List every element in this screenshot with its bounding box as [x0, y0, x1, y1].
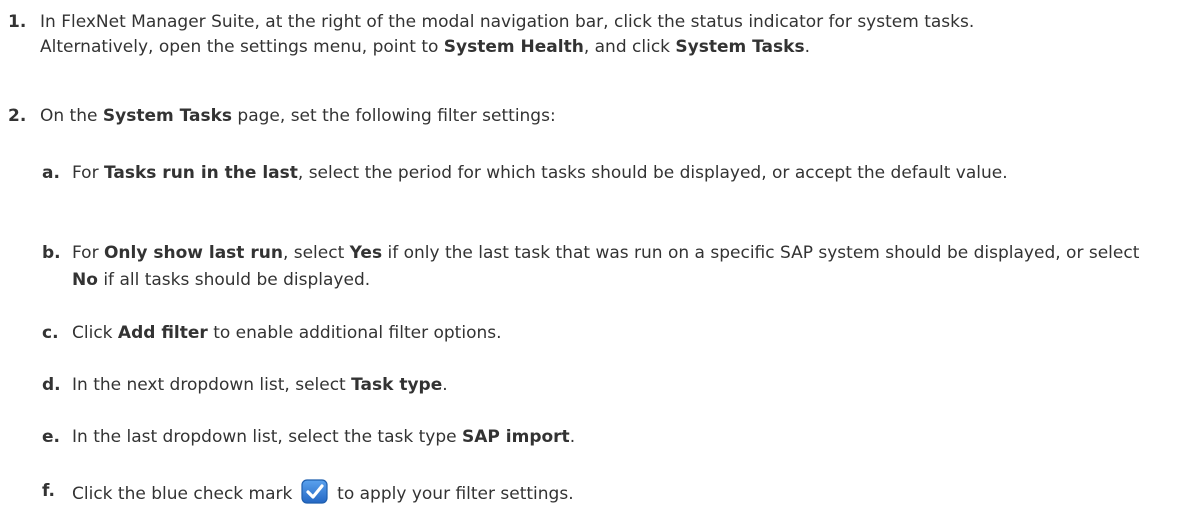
substep-letter: b. — [42, 243, 61, 263]
procedure-document: 1. In FlexNet Manager Suite, at the righ… — [0, 0, 1191, 527]
substep-c: c. Click Add filter to enable additional… — [42, 320, 1161, 347]
ui-term: Add filter — [117, 323, 208, 343]
substep-text: For Tasks run in the last, select the pe… — [72, 163, 1008, 183]
ui-term: System Tasks — [675, 37, 805, 57]
substep-letter: a. — [42, 163, 60, 183]
ui-term: Yes — [349, 243, 383, 263]
ui-term: No — [72, 270, 98, 290]
substep-letter: d. — [42, 375, 61, 395]
substep-a: a. For Tasks run in the last, select the… — [42, 160, 1161, 187]
step-2: 2. On the System Tasks page, set the fol… — [8, 104, 1185, 129]
substep-b: b. For Only show last run, select Yes if… — [42, 240, 1161, 294]
substep-letter: c. — [42, 323, 59, 343]
substep-text: Click Add filter to enable additional fi… — [72, 323, 502, 343]
substep-text: In the next dropdown list, select Task t… — [72, 375, 448, 395]
ui-term: Task type — [351, 375, 443, 395]
substep-text: In the last dropdown list, select the ta… — [72, 427, 576, 447]
ui-term: SAP import — [462, 427, 570, 447]
step-number: 1. — [8, 12, 27, 32]
ui-term: Only show last run — [103, 243, 283, 263]
step-number: 2. — [8, 106, 27, 126]
step-text: In FlexNet Manager Suite, at the right o… — [40, 12, 975, 57]
step-1: 1. In FlexNet Manager Suite, at the righ… — [8, 10, 1185, 60]
ui-term: System Tasks — [102, 106, 233, 126]
substep-d: d. In the next dropdown list, select Tas… — [42, 372, 1161, 399]
substep-letter: f. — [42, 481, 55, 501]
ui-term: Tasks run in the last — [103, 163, 298, 183]
substep-letter: e. — [42, 427, 60, 447]
step-text: On the System Tasks page, set the follow… — [40, 106, 556, 126]
substep-text: For Only show last run, select Yes if on… — [72, 243, 1140, 290]
blue-checkmark-icon — [300, 478, 330, 505]
substep-e: e. In the last dropdown list, select the… — [42, 424, 1161, 451]
substep-f: f. Click the blue check mark to apply yo… — [42, 478, 1161, 508]
ui-term: System Health — [443, 37, 584, 57]
substep-text: Click the blue check mark to apply your … — [72, 478, 1161, 508]
